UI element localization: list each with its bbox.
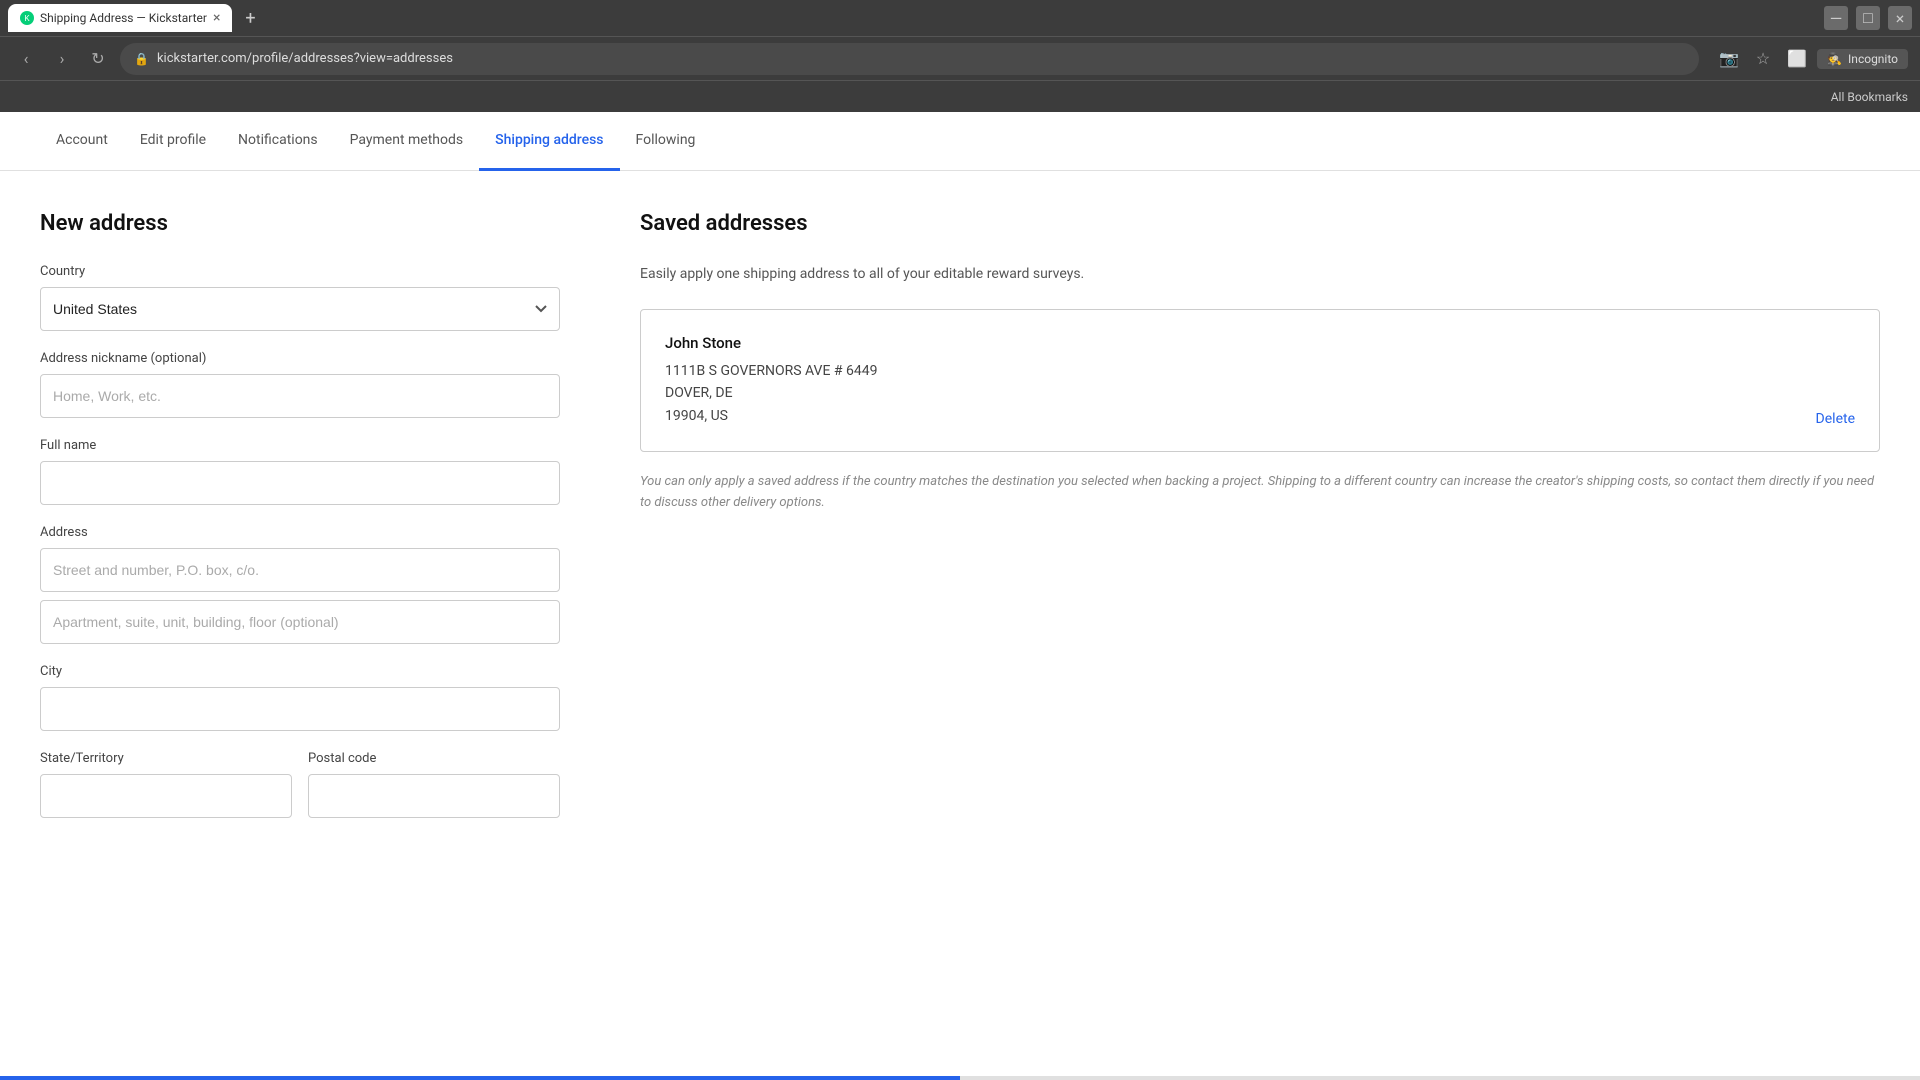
saved-address-name-0: John Stone — [665, 334, 1855, 352]
back-button[interactable]: ‹ — [12, 45, 40, 73]
address-label: Address — [40, 525, 560, 540]
tab-close-button[interactable]: × — [213, 10, 220, 26]
bookmarks-bar: All Bookmarks — [0, 80, 1920, 112]
incognito-label: Incognito — [1848, 52, 1898, 66]
minimize-button[interactable]: — — [1824, 6, 1848, 30]
saved-addresses-title: Saved addresses — [640, 211, 1880, 236]
maximize-button[interactable]: □ — [1856, 6, 1880, 30]
device-icon[interactable]: ⬜ — [1783, 45, 1811, 73]
incognito-button[interactable]: 🕵 Incognito — [1817, 49, 1908, 69]
main-container: New address Country United States Canada… — [0, 171, 1920, 878]
nickname-label: Address nickname (optional) — [40, 351, 560, 366]
state-form-group: State/Territory — [40, 751, 292, 818]
tab-favicon: K — [20, 11, 34, 25]
page-content: Account Edit profile Notifications Payme… — [0, 112, 1920, 1012]
saved-addresses-note: You can only apply a saved address if th… — [640, 472, 1880, 514]
city-form-group: City — [40, 664, 560, 731]
postal-input[interactable] — [308, 774, 560, 818]
state-label: State/Territory — [40, 751, 292, 766]
address-bar-url: kickstarter.com/profile/addresses?view=a… — [157, 51, 453, 66]
country-select[interactable]: United States Canada United Kingdom Aust… — [40, 287, 560, 331]
tab-notifications[interactable]: Notifications — [222, 112, 334, 171]
postal-form-group: Postal code — [308, 751, 560, 818]
address-bar[interactable]: 🔒 kickstarter.com/profile/addresses?view… — [120, 43, 1699, 75]
new-address-title: New address — [40, 211, 560, 236]
incognito-icon: 🕵 — [1827, 52, 1842, 66]
saved-address-line1-0: 1111B S GOVERNORS AVE # 6449 — [665, 360, 1855, 382]
close-button[interactable]: × — [1888, 6, 1912, 30]
address-line2-input[interactable] — [40, 600, 560, 644]
browser-chrome: K Shipping Address — Kickstarter × + — □… — [0, 0, 1920, 112]
fullname-input[interactable] — [40, 461, 560, 505]
country-form-group: Country United States Canada United King… — [40, 264, 560, 331]
reload-button[interactable]: ↻ — [84, 45, 112, 73]
browser-toolbar: ‹ › ↻ 🔒 kickstarter.com/profile/addresse… — [0, 36, 1920, 80]
progress-bar-fill — [0, 1076, 960, 1080]
address-form-group: Address — [40, 525, 560, 644]
nickname-form-group: Address nickname (optional) — [40, 351, 560, 418]
tab-account[interactable]: Account — [40, 112, 124, 171]
city-label: City — [40, 664, 560, 679]
address-bar-lock-icon: 🔒 — [134, 52, 149, 66]
saved-address-line2-0: DOVER, DE — [665, 382, 1855, 404]
browser-tabs: K Shipping Address — Kickstarter × + — [8, 4, 264, 32]
fullname-form-group: Full name — [40, 438, 560, 505]
country-label: Country — [40, 264, 560, 279]
tab-following[interactable]: Following — [620, 112, 712, 171]
progress-bar-container — [0, 1076, 1920, 1080]
saved-address-card-0: John Stone 1111B S GOVERNORS AVE # 6449 … — [640, 309, 1880, 452]
window-controls: — □ × — [1824, 6, 1912, 30]
bookmark-icon[interactable]: ☆ — [1749, 45, 1777, 73]
state-input[interactable] — [40, 774, 292, 818]
browser-titlebar: K Shipping Address — Kickstarter × + — □… — [0, 0, 1920, 36]
delete-address-button-0[interactable]: Delete — [1816, 411, 1855, 427]
active-tab[interactable]: K Shipping Address — Kickstarter × — [8, 4, 232, 32]
saved-addresses-section: Saved addresses Easily apply one shippin… — [640, 211, 1880, 838]
city-input[interactable] — [40, 687, 560, 731]
postal-label: Postal code — [308, 751, 560, 766]
new-address-section: New address Country United States Canada… — [40, 211, 560, 838]
saved-addresses-description: Easily apply one shipping address to all… — [640, 264, 1880, 285]
saved-address-line3-0: 19904, US — [665, 405, 1855, 427]
settings-nav: Account Edit profile Notifications Payme… — [0, 112, 1920, 171]
forward-button[interactable]: › — [48, 45, 76, 73]
new-tab-button[interactable]: + — [236, 4, 264, 32]
state-postal-row: State/Territory Postal code — [40, 751, 560, 838]
toolbar-actions: 📷 ☆ ⬜ 🕵 Incognito — [1715, 45, 1908, 73]
tab-title: Shipping Address — Kickstarter — [40, 11, 207, 25]
tab-edit-profile[interactable]: Edit profile — [124, 112, 222, 171]
fullname-label: Full name — [40, 438, 560, 453]
tab-shipping-address[interactable]: Shipping address — [479, 112, 619, 171]
nickname-input[interactable] — [40, 374, 560, 418]
tab-payment-methods[interactable]: Payment methods — [334, 112, 479, 171]
country-select-wrapper: United States Canada United Kingdom Aust… — [40, 287, 560, 331]
address-line1-input[interactable] — [40, 548, 560, 592]
camera-off-icon[interactable]: 📷 — [1715, 45, 1743, 73]
bookmarks-label: All Bookmarks — [1831, 90, 1908, 104]
